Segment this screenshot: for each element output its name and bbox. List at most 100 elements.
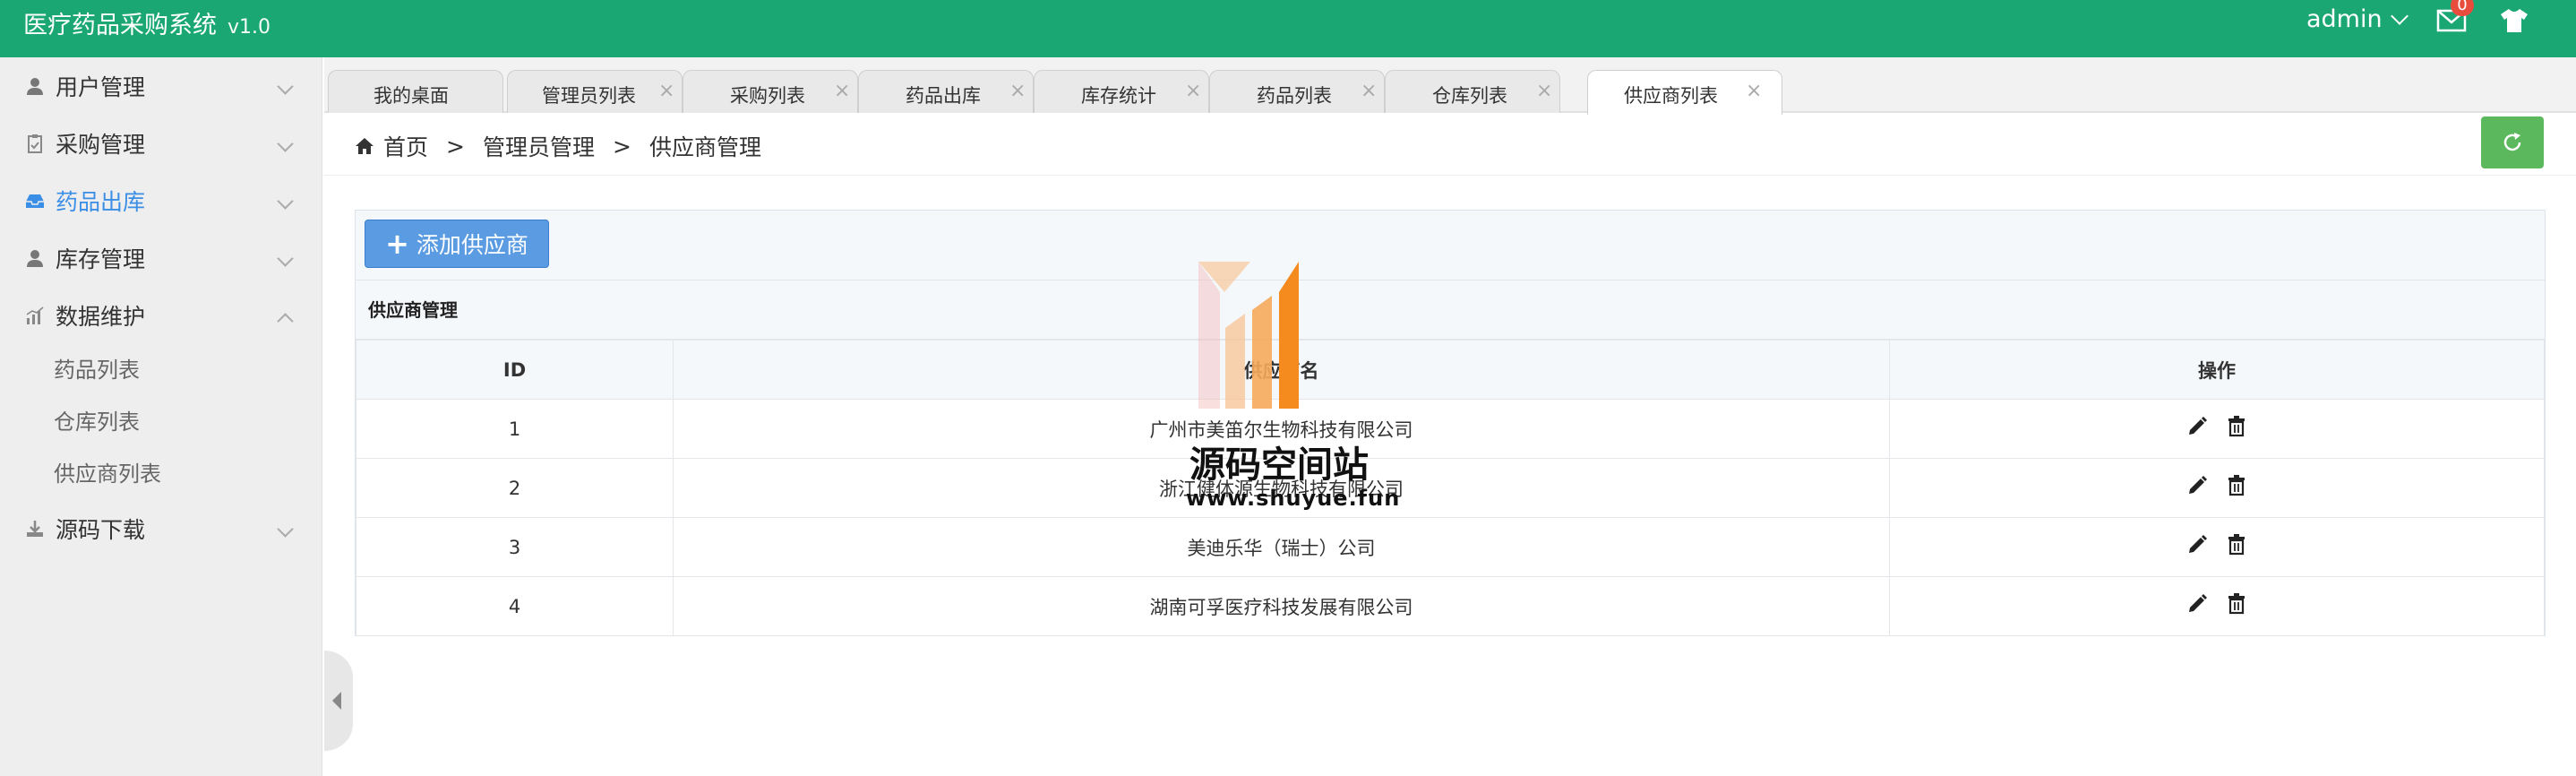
- close-icon[interactable]: ×: [1185, 80, 1201, 102]
- tab-drug-list[interactable]: 药品列表 ×: [1209, 70, 1385, 113]
- sidebar-item-label: 采购管理: [56, 132, 146, 158]
- sidebar-item-user-management[interactable]: 用户管理: [0, 57, 322, 115]
- home-icon: [356, 138, 374, 154]
- cell-id: 2: [356, 458, 674, 518]
- close-icon[interactable]: ×: [1746, 80, 1762, 102]
- sidebar-item-label: 库存管理: [56, 246, 146, 272]
- user-icon: [27, 250, 43, 267]
- close-icon[interactable]: ×: [1536, 80, 1552, 102]
- chevron-down-icon: [277, 250, 294, 267]
- submenu-item-warehouse-list[interactable]: 仓库列表: [54, 396, 322, 448]
- column-header-name: 供应商名: [673, 340, 1890, 400]
- app-name: 医疗药品采购系统: [23, 12, 217, 39]
- app-version: v1.0: [228, 16, 271, 39]
- watermark-title: 源码空间站: [1189, 444, 1369, 486]
- refresh-button[interactable]: [2481, 116, 2544, 168]
- tab-label: 采购列表: [730, 85, 805, 107]
- delete-trash-icon[interactable]: [2225, 415, 2248, 438]
- chevron-up-icon: [277, 313, 294, 330]
- app-title: 医疗药品采购系统 v1.0: [23, 5, 270, 40]
- tab-label: 库存统计: [1081, 85, 1156, 107]
- cell-actions: [1889, 517, 2545, 577]
- sidebar-item-drug-outbound[interactable]: 药品出库: [0, 172, 322, 229]
- edit-pencil-icon[interactable]: [2185, 474, 2209, 497]
- tab-label: 供应商列表: [1624, 85, 1718, 107]
- delete-trash-icon[interactable]: [2225, 592, 2248, 616]
- sidebar-item-purchase-management[interactable]: 采购管理: [0, 115, 322, 172]
- close-icon[interactable]: ×: [658, 80, 674, 102]
- cell-actions: [1889, 576, 2545, 636]
- chevron-down-icon: [277, 193, 294, 210]
- tab-label: 管理员列表: [542, 85, 636, 107]
- sidebar-collapse-handle[interactable]: [324, 651, 353, 751]
- breadcrumb: 首页 > 管理员管理 > 供应商管理: [355, 130, 761, 162]
- breadcrumb-separator: >: [446, 133, 465, 160]
- sidebar-item-data-maintenance[interactable]: 数据维护: [0, 287, 322, 344]
- sidebar-item-inventory-management[interactable]: 库存管理: [0, 229, 322, 287]
- supplier-table: ID 供应商名 操作 1 广州市美笛尔生物科技有限公司 2 浙江健体源生物科技有…: [356, 340, 2545, 636]
- bar-chart-icon: [26, 306, 44, 324]
- cell-name: 湖南可孚医疗科技发展有限公司: [673, 576, 1890, 636]
- breadcrumb-level1[interactable]: 管理员管理: [483, 130, 595, 162]
- tab-supplier-list[interactable]: 供应商列表 ×: [1587, 70, 1782, 115]
- edit-pencil-icon[interactable]: [2185, 533, 2209, 556]
- close-icon[interactable]: ×: [834, 80, 850, 102]
- tab-inventory-stats[interactable]: 库存统计 ×: [1034, 70, 1209, 113]
- sidebar-item-source-download[interactable]: 源码下载: [0, 500, 322, 557]
- add-supplier-label: 添加供应商: [416, 232, 528, 258]
- watermark-url: www.shuyue.fun: [1186, 486, 1401, 511]
- cell-name: 美迪乐华（瑞士）公司: [673, 517, 1890, 577]
- table-row: 3 美迪乐华（瑞士）公司: [356, 517, 2545, 577]
- breadcrumb-home[interactable]: 首页: [383, 130, 428, 162]
- tab-my-desktop[interactable]: 我的桌面: [328, 70, 503, 113]
- close-icon[interactable]: ×: [1009, 80, 1026, 102]
- sidebar-item-label: 用户管理: [56, 74, 146, 100]
- mail-count-badge: 0: [2451, 0, 2474, 16]
- edit-pencil-icon[interactable]: [2185, 415, 2209, 438]
- sidebar: 用户管理 采购管理 药品出库 库存管理 数据维护 药品列表 仓库列表 供应商列表…: [0, 57, 322, 776]
- panel-title: 供应商管理: [356, 280, 2545, 340]
- table-row: 2 浙江健体源生物科技有限公司: [356, 458, 2545, 518]
- submenu-item-supplier-list[interactable]: 供应商列表: [54, 448, 322, 500]
- cell-id: 3: [356, 517, 674, 577]
- column-header-id: ID: [356, 340, 674, 400]
- delete-trash-icon[interactable]: [2225, 474, 2248, 497]
- edit-pencil-icon[interactable]: [2185, 592, 2209, 616]
- supplier-panel: + 添加供应商 供应商管理 ID 供应商名 操作 1 广州市美笛尔生物科技有限公…: [355, 210, 2546, 636]
- user-menu[interactable]: admin: [2306, 5, 2409, 33]
- breadcrumb-bar: 首页 > 管理员管理 > 供应商管理: [324, 115, 2576, 176]
- chevron-down-icon: [277, 521, 294, 538]
- cell-actions: [1889, 458, 2545, 518]
- tab-admin-list[interactable]: 管理员列表 ×: [507, 70, 683, 113]
- plus-icon: +: [385, 227, 409, 261]
- close-icon[interactable]: ×: [1361, 80, 1377, 102]
- tab-label: 药品出库: [906, 85, 981, 107]
- clipboard-icon: [28, 134, 42, 153]
- table-header-row: ID 供应商名 操作: [356, 340, 2545, 400]
- tab-label: 我的桌面: [374, 85, 449, 107]
- tab-bar: 我的桌面 管理员列表 × 采购列表 × 药品出库 × 库存统计 × 药品列表 ×…: [324, 57, 2576, 115]
- breadcrumb-separator: >: [612, 133, 631, 160]
- top-bar: 医疗药品采购系统 v1.0 admin 0: [0, 0, 2576, 57]
- refresh-icon: [2503, 133, 2521, 151]
- add-supplier-button[interactable]: + 添加供应商: [365, 220, 549, 268]
- theme-shirt-icon[interactable]: [2499, 7, 2529, 34]
- tab-drug-outbound[interactable]: 药品出库 ×: [858, 70, 1034, 113]
- username: admin: [2306, 5, 2383, 33]
- sidebar-item-label: 药品出库: [56, 189, 146, 215]
- sidebar-item-label: 数据维护: [56, 304, 146, 330]
- tab-purchase-list[interactable]: 采购列表 ×: [683, 70, 858, 113]
- panel-toolbar: + 添加供应商: [356, 211, 2545, 280]
- chevron-down-icon: [277, 78, 294, 95]
- cell-id: 4: [356, 576, 674, 636]
- caret-left-icon: [332, 692, 341, 710]
- chevron-down-icon: [2390, 6, 2409, 25]
- data-maintenance-submenu: 药品列表 仓库列表 供应商列表: [0, 344, 322, 500]
- inbox-icon: [26, 194, 44, 208]
- delete-trash-icon[interactable]: [2225, 533, 2248, 556]
- tab-warehouse-list[interactable]: 仓库列表 ×: [1385, 70, 1560, 113]
- submenu-item-drug-list[interactable]: 药品列表: [54, 344, 322, 396]
- user-icon: [27, 78, 43, 95]
- table-row: 4 湖南可孚医疗科技发展有限公司: [356, 576, 2545, 636]
- column-header-actions: 操作: [1889, 340, 2545, 400]
